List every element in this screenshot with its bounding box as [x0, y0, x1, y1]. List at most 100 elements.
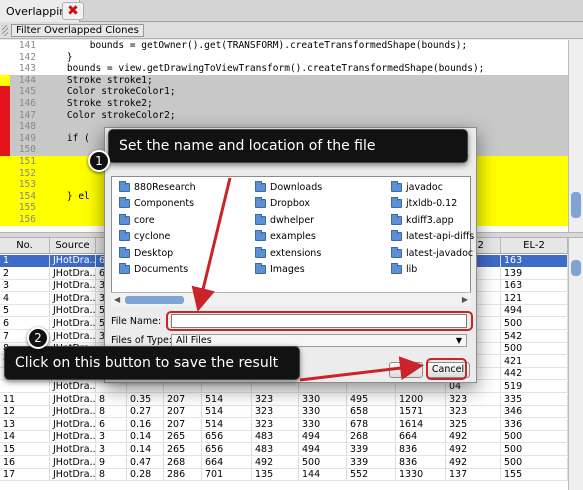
- folder-name: cyclone: [134, 231, 171, 242]
- line-text: if (: [44, 132, 90, 144]
- scrollbar-thumb[interactable]: [571, 192, 581, 218]
- table-row[interactable]: 12 JHotDra... 8 0.27 207 514 323 330 658 1571 323 3…: [0, 406, 568, 419]
- scrollbar-thumb[interactable]: [571, 260, 581, 276]
- scroll-left-icon[interactable]: ◀: [114, 295, 120, 304]
- table-cell: 339: [347, 444, 396, 456]
- table-cell: JHotDra...: [50, 267, 96, 280]
- table-cell: 137: [446, 469, 501, 482]
- table-cell: 16: [0, 456, 50, 469]
- code-scrollbar[interactable]: [568, 40, 583, 232]
- diff-marker: [0, 98, 10, 110]
- folder-item[interactable]: javadoc: [391, 180, 443, 194]
- table-row[interactable]: 17 JHotDra... 8 0.28 286 701 135 144 552 1330 137 1…: [0, 469, 568, 482]
- folder-item[interactable]: extensions: [255, 246, 321, 260]
- table-cell: 323: [252, 418, 299, 431]
- folder-item[interactable]: Components: [119, 197, 194, 211]
- table-cell: 135: [252, 469, 299, 482]
- table-cell: JHotDra...: [50, 280, 96, 293]
- table-cell: 500: [501, 431, 568, 444]
- table-cell: 323: [252, 406, 299, 419]
- folder-item[interactable]: examples: [255, 230, 316, 244]
- folder-item[interactable]: Documents: [119, 263, 188, 277]
- folder-name: core: [134, 214, 155, 226]
- folder-item[interactable]: Images: [255, 263, 305, 277]
- scrollbar-thumb[interactable]: [125, 296, 184, 304]
- folder-item[interactable]: jtxldb-0.12: [391, 197, 457, 211]
- diff-marker: [0, 109, 10, 122]
- folder-item[interactable]: kdiff3.app: [391, 213, 454, 227]
- column-header[interactable]: Source: [50, 238, 96, 254]
- table-cell: 514: [202, 406, 252, 419]
- table-cell: 6: [96, 418, 127, 431]
- table-cell: JHotDra...: [50, 292, 96, 305]
- column-header[interactable]: No.: [0, 238, 50, 254]
- table-cell: JHotDra...: [50, 255, 96, 267]
- folder-name: Desktop: [134, 247, 174, 259]
- table-cell: 330: [299, 393, 347, 406]
- folder-name: Documents: [134, 264, 189, 275]
- table-row[interactable]: 16 JHotDra... 9 0.47 268 664 492 500 339 836 492 50…: [0, 456, 568, 469]
- folder-name: kdiff3.app: [406, 214, 454, 226]
- table-cell: 265: [164, 444, 202, 456]
- table-cell: 121: [501, 292, 568, 305]
- diff-marker: [0, 156, 10, 168]
- table-cell: 656: [202, 431, 252, 444]
- table-cell: 14: [0, 431, 50, 444]
- scroll-right-icon[interactable]: ▶: [462, 295, 468, 304]
- line-number: 146: [18, 98, 36, 109]
- folder-name: examples: [270, 231, 316, 242]
- table-cell: 836: [396, 444, 446, 456]
- line-number: 142: [18, 51, 36, 63]
- folder-item[interactable]: 880Research: [119, 180, 196, 194]
- table-cell: JHotDra...: [50, 330, 96, 343]
- diff-marker: [0, 86, 10, 98]
- folder-item[interactable]: dwhelper: [255, 213, 314, 227]
- table-cell: 1571: [396, 406, 446, 419]
- table-cell: 0.28: [127, 469, 164, 482]
- table-cell: 656: [202, 444, 252, 456]
- table-row[interactable]: 11 JHotDra... 8 0.35 207 514 323 330 495 1200 323 3…: [0, 393, 568, 406]
- table-row[interactable]: 15 JHotDra... 3 0.14 265 656 483 494 339 836 492 50…: [0, 444, 568, 456]
- table-cell: 265: [164, 431, 202, 444]
- folder-item[interactable]: latest-javadoc: [391, 246, 473, 260]
- save-button[interactable]: [389, 362, 423, 378]
- folder-item[interactable]: Desktop: [119, 246, 173, 260]
- code-line: 143 bounds = view.getDrawingToViewTransf…: [0, 63, 568, 75]
- table-scrollbar[interactable]: [568, 238, 583, 490]
- diff-marker: [0, 40, 10, 52]
- file-list[interactable]: 880Research Components core cyclone Desktop D…: [111, 176, 474, 306]
- column-header[interactable]: EL-2: [501, 238, 568, 254]
- folder-item[interactable]: Downloads: [255, 180, 322, 194]
- table-cell: [0, 381, 50, 393]
- folder-icon: [255, 246, 266, 258]
- folder-item[interactable]: lib: [391, 263, 417, 277]
- table-cell: 500: [501, 318, 568, 330]
- table-row[interactable]: 14 JHotDra... 3 0.14 265 656 483 494 268 664 492 50…: [0, 431, 568, 444]
- code-line: 142 }: [0, 51, 568, 64]
- folder-icon: [391, 180, 402, 192]
- folder-item[interactable]: core: [119, 213, 155, 227]
- table-cell: 492: [252, 456, 299, 469]
- file-list-scrollbar[interactable]: ◀ ▶: [111, 292, 471, 306]
- table-cell: 8: [96, 393, 127, 406]
- file-type-value: All Files: [176, 335, 212, 346]
- folder-item[interactable]: cyclone: [119, 230, 170, 244]
- table-cell: 8: [96, 406, 127, 419]
- table-cell: 514: [202, 393, 252, 406]
- folder-item[interactable]: Dropbox: [255, 197, 310, 211]
- filter-overlapped-clones-button[interactable]: Filter Overlapped Clones: [11, 24, 144, 37]
- table-cell: 163: [501, 280, 568, 293]
- folder-name: 880Research: [134, 181, 196, 193]
- line-number: 147: [18, 109, 36, 121]
- callout-1-number: 1: [88, 150, 110, 172]
- table-cell: JHotDra...: [50, 305, 96, 318]
- toolbar-grip-icon[interactable]: [2, 25, 8, 36]
- table-cell: 701: [202, 469, 252, 482]
- table-row[interactable]: 13 JHotDra... 6 0.16 207 514 323 330 678 1614 325 3…: [0, 418, 568, 431]
- close-icon[interactable]: ✖: [62, 2, 84, 20]
- folder-item[interactable]: latest-api-diffs: [391, 230, 474, 244]
- table-cell: 1330: [396, 469, 446, 482]
- table-cell: 8: [96, 469, 127, 482]
- save-dialog: 880Research Components core cyclone Desktop D…: [104, 127, 477, 383]
- table-cell: 3: [0, 280, 50, 293]
